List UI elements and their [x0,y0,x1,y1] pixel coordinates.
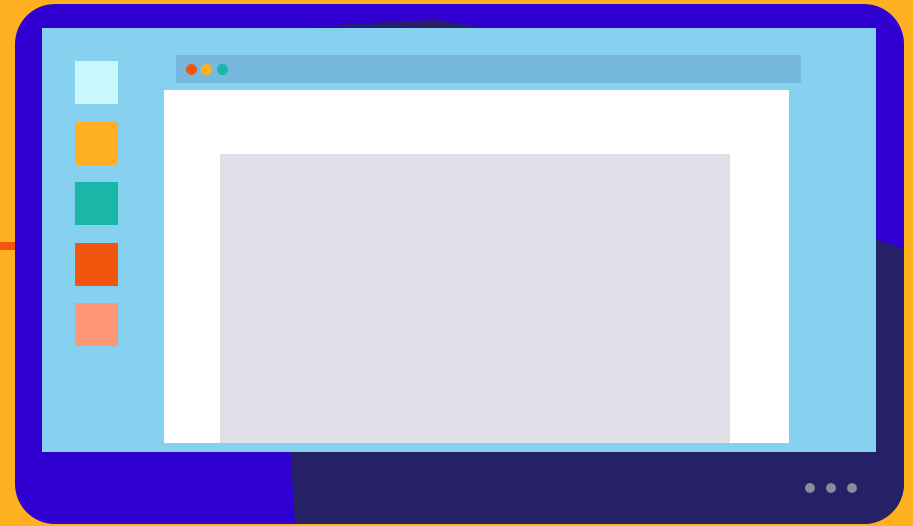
window-body [164,90,789,443]
pager-dot[interactable] [847,483,857,493]
minimize-dot[interactable] [201,64,212,75]
maximize-dot[interactable] [217,64,228,75]
swatch-teal[interactable] [75,182,118,225]
pager-dot[interactable] [826,483,836,493]
pager-dot[interactable] [805,483,815,493]
tablet-device-frame [15,4,904,524]
swatch-salmon[interactable] [75,303,118,346]
close-dot[interactable] [186,64,197,75]
pager-dots [805,483,857,495]
device-screen [42,28,876,452]
window-titlebar [176,55,801,83]
content-placeholder [220,154,730,443]
swatch-light-cyan[interactable] [75,61,118,104]
swatch-orange[interactable] [75,243,118,286]
swatch-amber[interactable] [75,122,118,165]
